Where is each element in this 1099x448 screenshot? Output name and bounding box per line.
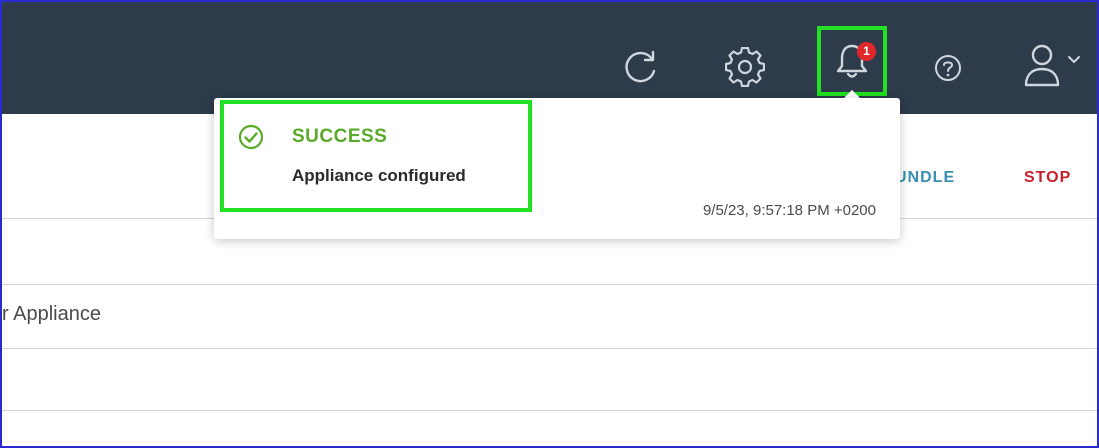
- bundle-action-button[interactable]: UNDLE: [895, 169, 955, 187]
- popover-caret: [844, 90, 860, 98]
- notification-message: Appliance configured: [292, 166, 466, 185]
- table-row: [2, 348, 1097, 410]
- user-icon: [1024, 44, 1060, 87]
- notification-status: SUCCESS: [292, 126, 388, 147]
- notification-count-badge: 1: [857, 42, 876, 61]
- refresh-icon: [625, 50, 656, 83]
- table-row: [2, 410, 1097, 446]
- help-button[interactable]: [926, 46, 970, 90]
- refresh-button[interactable]: [616, 42, 666, 92]
- table-row: r Appliance: [2, 284, 1097, 348]
- stop-action-button[interactable]: STOP: [1024, 169, 1071, 187]
- notification-timestamp: 9/5/23, 9:57:18 PM +0200: [702, 202, 876, 219]
- help-icon: [935, 55, 961, 81]
- notification-popover: SUCCESS Appliance configured 9/5/23, 9:5…: [214, 98, 900, 239]
- gear-icon: [725, 47, 765, 87]
- row-text: r Appliance: [2, 303, 101, 325]
- chevron-down-icon: [1068, 56, 1080, 63]
- notification-item[interactable]: SUCCESS Appliance configured: [220, 100, 532, 212]
- settings-button[interactable]: [720, 42, 770, 92]
- user-menu-button[interactable]: [1022, 40, 1097, 92]
- notifications-button[interactable]: 1: [817, 26, 887, 96]
- app-window: 1 UNDLE STOP r Appliance SUCCESS Applian…: [0, 0, 1099, 448]
- success-check-icon: [238, 124, 264, 150]
